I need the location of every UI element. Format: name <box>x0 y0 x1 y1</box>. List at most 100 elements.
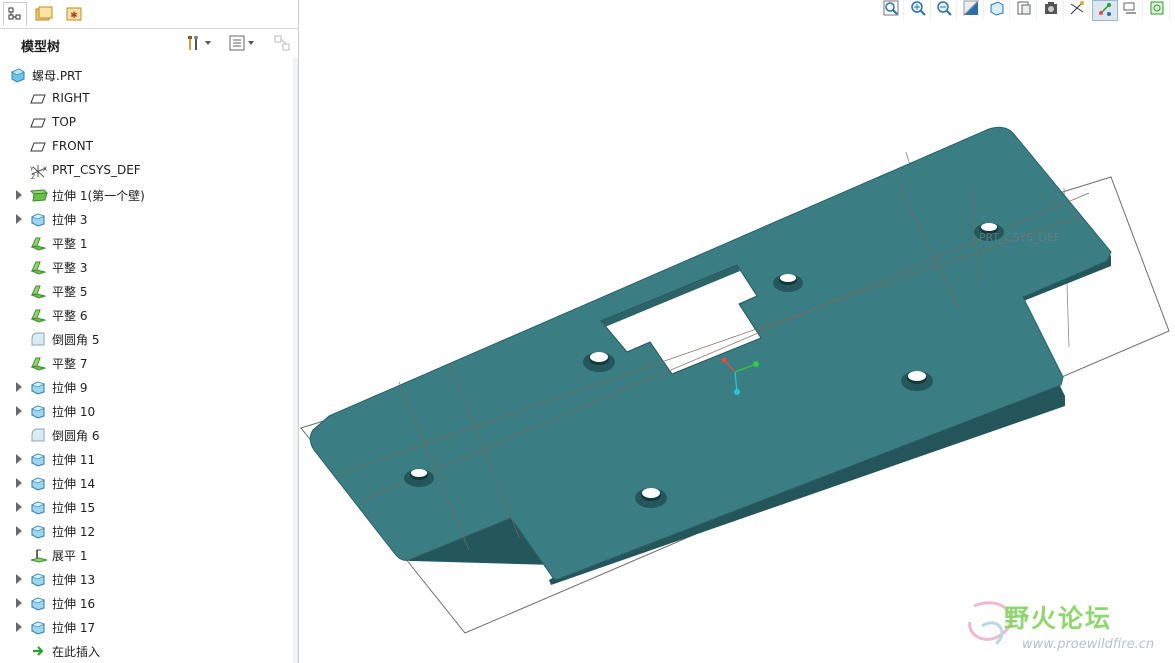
tree-scrollbar[interactable] <box>293 58 298 663</box>
filter-button[interactable] <box>273 33 293 53</box>
zoom-in-icon <box>910 0 926 19</box>
datum-display-button[interactable] <box>1065 0 1091 19</box>
tree-item-label: RIGHT <box>52 91 90 105</box>
expand-arrow-icon[interactable] <box>16 622 22 632</box>
tree-item[interactable]: 在此插入 <box>0 639 293 663</box>
tree-item[interactable]: 拉伸 1(第一个壁) <box>0 183 293 207</box>
repaint-button[interactable] <box>959 0 984 19</box>
tree-item[interactable]: 展平 1 <box>0 543 293 567</box>
expand-arrow-icon[interactable] <box>16 214 22 224</box>
extrude-icon <box>30 403 46 419</box>
extrude-icon <box>30 523 46 539</box>
model-tree-panel: ✱ 模型树 螺母.PRT RIGHT TOP FRONT Y X Z PRT_CSYS_DEF… <box>0 0 299 663</box>
tree-item[interactable]: 倒圆角 6 <box>0 423 293 447</box>
hole <box>901 371 933 391</box>
view-manager-icon <box>1043 0 1059 19</box>
spin-center-button[interactable] <box>1145 0 1170 19</box>
graphics-viewport[interactable]: PRT_CSYS_DEF <box>299 20 1175 663</box>
tree-item[interactable]: 拉伸 10 <box>0 399 293 423</box>
tree-item[interactable]: 平整 3 <box>0 255 293 279</box>
tree-item[interactable]: 拉伸 3 <box>0 207 293 231</box>
expand-arrow-icon[interactable] <box>16 454 22 464</box>
hole <box>583 352 615 372</box>
csys-display-button[interactable] <box>1091 0 1118 21</box>
tree-item[interactable]: 拉伸 9 <box>0 375 293 399</box>
tree-item[interactable]: Y X Z PRT_CSYS_DEF <box>0 159 293 183</box>
flat-wall-icon <box>30 259 47 275</box>
tree-item-label: 在此插入 <box>52 645 101 659</box>
flat-wall-icon <box>30 283 47 299</box>
settings-dropdown-button[interactable] <box>185 33 213 53</box>
hole <box>404 469 434 487</box>
tree-item[interactable]: 倒圆角 5 <box>0 327 293 351</box>
display-style-button[interactable] <box>985 0 1011 19</box>
tree-item-label: 平整 6 <box>52 309 88 323</box>
expand-arrow-icon[interactable] <box>16 382 22 392</box>
tree-item[interactable]: 螺母.PRT <box>0 63 293 87</box>
folder-browser-tab[interactable] <box>33 3 55 25</box>
show-dropdown-button[interactable] <box>228 33 256 53</box>
view-manager-button[interactable] <box>1039 0 1064 19</box>
tree-item[interactable]: 拉伸 11 <box>0 447 293 471</box>
expand-arrow-icon[interactable] <box>16 190 22 200</box>
tree-item[interactable]: 平整 1 <box>0 231 293 255</box>
tree-item-label: 拉伸 15 <box>52 501 96 515</box>
zoom-out-icon <box>936 0 952 19</box>
tree-item[interactable]: 拉伸 16 <box>0 591 293 615</box>
svg-text:X: X <box>43 166 47 173</box>
tree-item-label: PRT_CSYS_DEF <box>52 163 141 177</box>
insert-here-icon <box>30 643 46 659</box>
unbend-icon <box>30 547 48 563</box>
favorites-tab[interactable]: ✱ <box>63 3 85 25</box>
expand-arrow-icon[interactable] <box>16 598 22 608</box>
tree-item-label: 倒圆角 5 <box>52 333 100 347</box>
expand-arrow-icon[interactable] <box>16 478 22 488</box>
svg-text:Y: Y <box>30 166 34 173</box>
zoom-in-button[interactable] <box>906 0 931 19</box>
tree-item[interactable]: 拉伸 17 <box>0 615 293 639</box>
extrude-icon <box>30 571 46 587</box>
tree-item[interactable]: 拉伸 12 <box>0 519 293 543</box>
round-icon <box>30 331 46 347</box>
expand-arrow-icon[interactable] <box>16 502 22 512</box>
tree-item[interactable]: 拉伸 15 <box>0 495 293 519</box>
expand-arrow-icon[interactable] <box>16 406 22 416</box>
tree-item-label: 平整 3 <box>52 261 88 275</box>
tree-item-label: 平整 7 <box>52 357 88 371</box>
extrude-icon <box>30 379 46 395</box>
first-wall-icon <box>29 187 49 203</box>
tree-item[interactable]: TOP <box>0 111 293 135</box>
extrude-icon <box>30 211 46 227</box>
tree-item[interactable]: 平整 5 <box>0 279 293 303</box>
part-body[interactable] <box>309 126 1112 585</box>
watermark-url: www.proewildfire.cn <box>1022 637 1155 652</box>
repaint-icon <box>963 0 980 19</box>
tree-item[interactable]: RIGHT <box>0 87 293 111</box>
extrude-icon <box>30 595 46 611</box>
tree-item-label: FRONT <box>52 139 93 153</box>
display-style-icon <box>989 0 1005 19</box>
model-tree-tab[interactable] <box>3 2 27 26</box>
csys-display-icon <box>1097 1 1113 20</box>
watermark-title: 野火论坛 <box>1004 604 1113 633</box>
tree-item[interactable]: 拉伸 13 <box>0 567 293 591</box>
annotation-display-button[interactable] <box>1118 0 1144 19</box>
navigator-tabs: ✱ <box>0 0 298 29</box>
chevron-down-icon <box>205 41 211 45</box>
refit-icon <box>883 0 899 19</box>
tree-item-label: 拉伸 16 <box>52 597 96 611</box>
tree-item[interactable]: 拉伸 14 <box>0 471 293 495</box>
model-tree: 螺母.PRT RIGHT TOP FRONT Y X Z PRT_CSYS_DEF 拉伸 1(第… <box>0 63 293 663</box>
extrude-icon <box>30 619 46 635</box>
tree-item[interactable]: 平整 6 <box>0 303 293 327</box>
expand-arrow-icon[interactable] <box>16 526 22 536</box>
list-icon <box>229 35 245 51</box>
tree-item[interactable]: 平整 7 <box>0 351 293 375</box>
expand-arrow-icon[interactable] <box>16 574 22 584</box>
zoom-out-button[interactable] <box>932 0 958 19</box>
refit-button[interactable] <box>879 0 904 19</box>
tree-item-label: 拉伸 11 <box>52 453 96 467</box>
saved-views-button[interactable] <box>1012 0 1037 19</box>
tree-item[interactable]: FRONT <box>0 135 293 159</box>
model-tree-header: 模型树 <box>0 29 298 57</box>
